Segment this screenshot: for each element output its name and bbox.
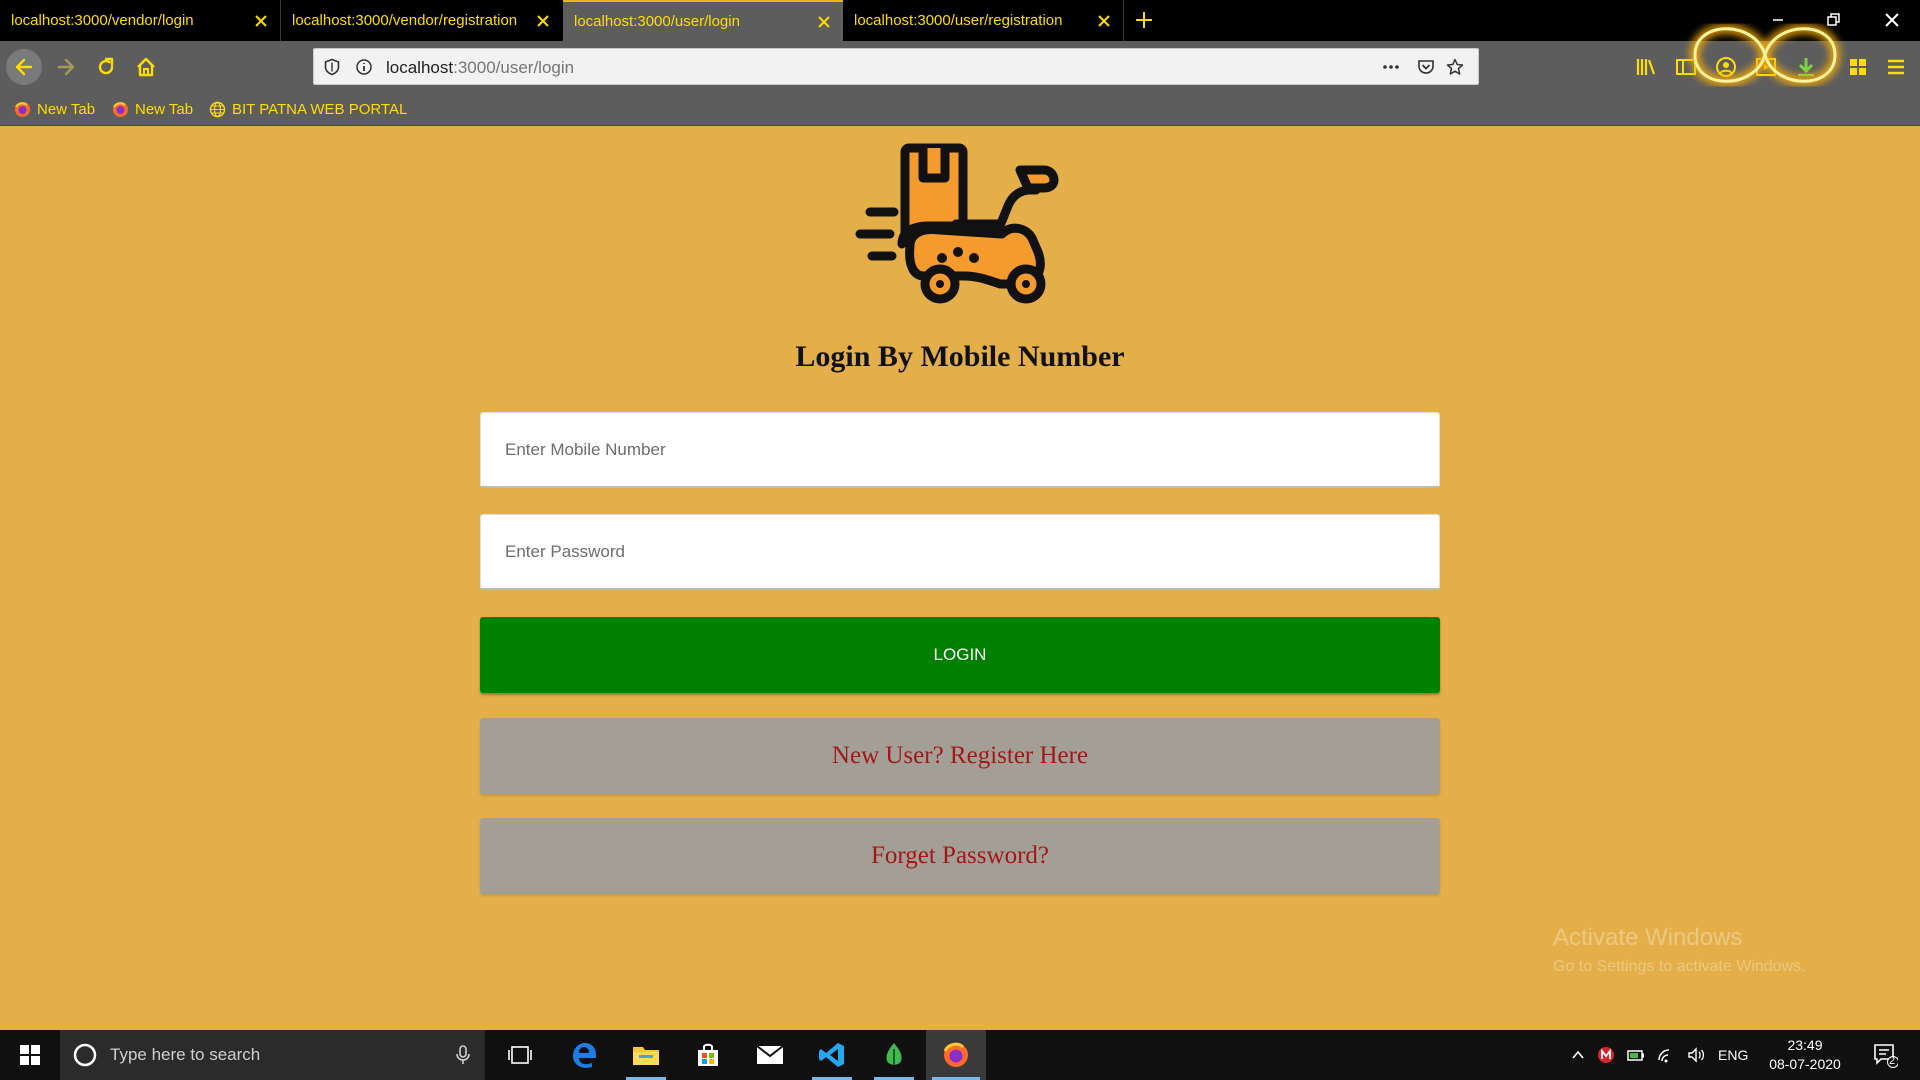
tab-vendor-login[interactable]: localhost:3000/vendor/login [0, 0, 280, 41]
download-icon[interactable] [1794, 55, 1818, 79]
taskbar-app-green[interactable] [868, 1030, 920, 1080]
arrow-right-icon [57, 58, 75, 76]
activate-windows-watermark: Activate Windows Go to Settings to activ… [1553, 924, 1806, 976]
restore-icon[interactable] [1823, 10, 1843, 30]
reader-sidebar-icon[interactable] [1674, 55, 1698, 79]
login-page: Login By Mobile Number LOGIN New User? R… [0, 126, 1920, 1030]
mail-envelope-icon [756, 1045, 784, 1064]
hamburger-menu-icon[interactable] [1884, 55, 1908, 79]
close-icon[interactable] [816, 14, 832, 30]
home-icon [137, 57, 155, 77]
firefox-icon [15, 101, 30, 117]
bookmark-bit-patna-web-portal[interactable]: BIT PATNA WEB PORTAL [209, 98, 407, 120]
tab-label: localhost:3000/vendor/login [11, 12, 194, 29]
chevron-up-icon[interactable] [1570, 1047, 1586, 1063]
close-window-icon[interactable] [1882, 10, 1902, 30]
clock-date: 08-07-2020 [1769, 1056, 1841, 1072]
folder-icon [633, 1047, 659, 1065]
windows-logo-icon [20, 1045, 40, 1065]
tab-user-registration[interactable]: localhost:3000/user/registration [843, 0, 1123, 41]
cortana-circle-icon [73, 1043, 97, 1067]
action-center-button[interactable]: 2 [1860, 1030, 1910, 1080]
taskbar-clock[interactable]: 23:49 08-07-2020 [1760, 1036, 1850, 1074]
extensions-icon[interactable] [1846, 55, 1870, 79]
bookmark-label: New Tab [135, 100, 194, 118]
mobile-number-input[interactable] [480, 412, 1440, 488]
reload-icon [98, 57, 114, 75]
bookmark-new-tab-2[interactable]: New Tab [112, 98, 193, 120]
new-tab-plus-icon[interactable] [1134, 10, 1154, 30]
watermark-subtitle: Go to Settings to activate Windows. [1553, 958, 1806, 975]
shield-icon[interactable] [323, 58, 341, 76]
delivery-scooter-logo-icon [855, 143, 1059, 304]
vscode-icon [819, 1043, 844, 1067]
tab-vendor-registration[interactable]: localhost:3000/vendor/registration [281, 0, 562, 41]
url-host: localhost [386, 58, 454, 77]
bookmarks-toolbar: New Tab New Tab BIT PATNA WEB PORTAL [0, 92, 1920, 126]
login-button[interactable]: LOGIN [480, 617, 1440, 693]
green-leaf-app-icon [886, 1043, 902, 1065]
bookmark-new-tab-1[interactable]: New Tab [14, 98, 95, 120]
password-input[interactable] [480, 514, 1440, 590]
back-button[interactable] [6, 49, 42, 85]
tab-divider [1123, 0, 1124, 41]
tab-strip: localhost:3000/vendor/login localhost:30… [0, 0, 1920, 41]
arrow-left-icon [15, 58, 33, 76]
watermark-title: Activate Windows [1553, 924, 1743, 951]
url-text[interactable]: localhost:3000/user/login [386, 58, 574, 78]
close-icon[interactable] [1096, 13, 1112, 29]
taskbar-file-explorer[interactable] [620, 1030, 672, 1080]
tab-user-login[interactable]: localhost:3000/user/login [563, 0, 843, 41]
task-view-button[interactable] [495, 1030, 545, 1080]
address-bar[interactable]: localhost:3000/user/login [313, 48, 1479, 85]
firefox-icon [113, 101, 128, 117]
taskbar-firefox[interactable] [926, 1030, 986, 1080]
edge-browser-icon [573, 1043, 596, 1068]
home-button[interactable] [128, 49, 164, 85]
windows-taskbar: Type here to search ENG 23:49 08-07-2020… [0, 1030, 1920, 1080]
close-icon[interactable] [253, 13, 269, 29]
taskbar-search-box[interactable]: Type here to search [60, 1030, 485, 1080]
star-bookmark-icon[interactable] [1446, 58, 1464, 76]
account-icon[interactable] [1714, 55, 1738, 79]
navigation-toolbar: localhost:3000/user/login [0, 41, 1920, 92]
tab-label: localhost:3000/user/login [574, 13, 740, 30]
notification-count: 2 [1889, 1055, 1896, 1067]
microphone-icon[interactable] [455, 1044, 471, 1066]
globe-icon [209, 101, 226, 117]
language-indicator[interactable]: ENG [1718, 1047, 1748, 1063]
taskbar-vscode[interactable] [806, 1030, 858, 1080]
store-bag-icon [698, 1043, 718, 1066]
search-placeholder: Type here to search [110, 1045, 261, 1064]
more-actions-icon[interactable] [1382, 58, 1400, 76]
firefox-icon [943, 1042, 968, 1067]
bookmark-label: New Tab [37, 100, 96, 118]
taskbar-mail[interactable] [744, 1030, 796, 1080]
tab-label: localhost:3000/user/registration [854, 12, 1063, 29]
taskbar-store[interactable] [682, 1030, 734, 1080]
url-path: :3000/user/login [453, 58, 575, 77]
minimize-icon[interactable] [1768, 10, 1788, 30]
pocket-icon[interactable] [1417, 58, 1435, 76]
volume-icon[interactable] [1686, 1045, 1706, 1065]
forward-button[interactable] [48, 49, 84, 85]
info-icon[interactable] [355, 58, 373, 76]
library-icon[interactable] [1634, 55, 1658, 79]
reload-button[interactable] [88, 49, 124, 85]
video-extension-icon[interactable] [1754, 55, 1778, 79]
forgot-password-button[interactable]: Forget Password? [480, 818, 1440, 894]
antivirus-tray-icon[interactable] [1596, 1045, 1616, 1065]
register-button[interactable]: New User? Register Here [480, 718, 1440, 794]
start-button[interactable] [0, 1030, 60, 1080]
clock-time: 23:49 [1787, 1037, 1823, 1053]
task-view-icon [508, 1046, 532, 1064]
wifi-icon[interactable] [1656, 1045, 1676, 1065]
taskbar-edge[interactable] [558, 1030, 610, 1080]
bookmark-label: BIT PATNA WEB PORTAL [232, 100, 408, 118]
tab-label: localhost:3000/vendor/registration [292, 12, 518, 29]
system-tray: ENG [1570, 1030, 1748, 1080]
page-title: Login By Mobile Number [795, 340, 1125, 373]
battery-icon[interactable] [1626, 1045, 1646, 1065]
close-icon[interactable] [535, 13, 551, 29]
